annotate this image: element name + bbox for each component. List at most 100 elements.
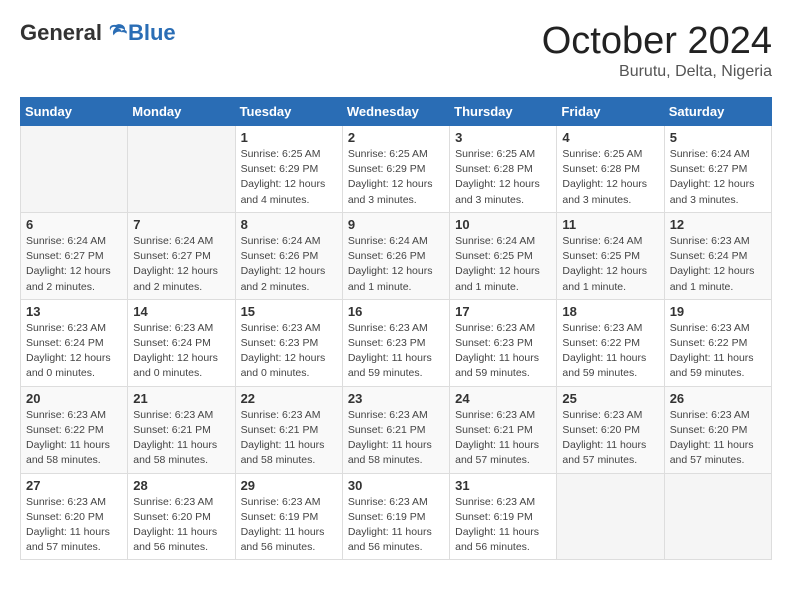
day-number: 8	[241, 217, 337, 232]
header-cell-wednesday: Wednesday	[342, 98, 449, 126]
header-cell-thursday: Thursday	[450, 98, 557, 126]
calendar-cell: 16 Sunrise: 6:23 AM Sunset: 6:23 PM Dayli…	[342, 299, 449, 386]
day-number: 17	[455, 304, 551, 319]
calendar-cell: 19Sunrise: 6:23 AM Sunset: 6:22 PM Dayli…	[664, 299, 771, 386]
location-subtitle: Burutu, Delta, Nigeria	[542, 63, 772, 81]
calendar-cell	[21, 126, 128, 213]
logo-blue-text: Blue	[128, 20, 176, 46]
day-info: Sunrise: 6:23 AM Sunset: 6:20 PM Dayligh…	[133, 495, 229, 556]
day-info: Sunrise: 6:25 AM Sunset: 6:28 PM Dayligh…	[455, 147, 551, 208]
day-info: Sunrise: 6:23 AM Sunset: 6:20 PM Dayligh…	[670, 408, 766, 469]
day-info: Sunrise: 6:23 AM Sunset: 6:22 PM Dayligh…	[26, 408, 122, 469]
calendar-cell: 27 Sunrise: 6:23 AM Sunset: 6:20 PM Dayli…	[21, 473, 128, 560]
calendar-cell: 18 Sunrise: 6:23 AM Sunset: 6:22 PM Dayli…	[557, 299, 664, 386]
calendar-cell: 28 Sunrise: 6:23 AM Sunset: 6:20 PM Dayli…	[128, 473, 235, 560]
day-info: Sunrise: 6:23 AM Sunset: 6:21 PM Dayligh…	[348, 408, 444, 469]
calendar-table: SundayMondayTuesdayWednesdayThursdayFrid…	[20, 97, 772, 560]
calendar-cell: 8Sunrise: 6:24 AM Sunset: 6:26 PM Daylig…	[235, 212, 342, 299]
day-info: Sunrise: 6:25 AM Sunset: 6:28 PM Dayligh…	[562, 147, 658, 208]
calendar-cell: 26Sunrise: 6:23 AM Sunset: 6:20 PM Dayli…	[664, 386, 771, 473]
day-info: Sunrise: 6:23 AM Sunset: 6:24 PM Dayligh…	[133, 321, 229, 382]
calendar-header: SundayMondayTuesdayWednesdayThursdayFrid…	[21, 98, 772, 126]
day-number: 23	[348, 391, 444, 406]
day-info: Sunrise: 6:23 AM Sunset: 6:19 PM Dayligh…	[348, 495, 444, 556]
header-cell-friday: Friday	[557, 98, 664, 126]
day-number: 13	[26, 304, 122, 319]
day-number: 20	[26, 391, 122, 406]
calendar-cell: 12 Sunrise: 6:23 AM Sunset: 6:24 PM Dayli…	[664, 212, 771, 299]
day-info: Sunrise: 6:23 AM Sunset: 6:23 PM Dayligh…	[455, 321, 551, 382]
day-number: 18	[562, 304, 658, 319]
day-number: 9	[348, 217, 444, 232]
header-cell-monday: Monday	[128, 98, 235, 126]
day-info: Sunrise: 6:23 AM Sunset: 6:22 PM Dayligh…	[562, 321, 658, 382]
day-number: 22	[241, 391, 337, 406]
week-row-4: 20 Sunrise: 6:23 AM Sunset: 6:22 PM Dayli…	[21, 386, 772, 473]
calendar-cell: 5 Sunrise: 6:24 AM Sunset: 6:27 PM Daylig…	[664, 126, 771, 213]
day-number: 29	[241, 478, 337, 493]
calendar-cell: 24Sunrise: 6:23 AM Sunset: 6:21 PM Dayli…	[450, 386, 557, 473]
day-info: Sunrise: 6:24 AM Sunset: 6:27 PM Dayligh…	[26, 234, 122, 295]
calendar-cell: 29Sunrise: 6:23 AM Sunset: 6:19 PM Dayli…	[235, 473, 342, 560]
day-info: Sunrise: 6:23 AM Sunset: 6:20 PM Dayligh…	[26, 495, 122, 556]
calendar-cell: 7 Sunrise: 6:24 AM Sunset: 6:27 PM Daylig…	[128, 212, 235, 299]
header-row: SundayMondayTuesdayWednesdayThursdayFrid…	[21, 98, 772, 126]
day-number: 4	[562, 130, 658, 145]
calendar-cell: 9Sunrise: 6:24 AM Sunset: 6:26 PM Daylig…	[342, 212, 449, 299]
day-number: 21	[133, 391, 229, 406]
day-info: Sunrise: 6:23 AM Sunset: 6:19 PM Dayligh…	[455, 495, 551, 556]
logo-general-text: General	[20, 20, 102, 46]
calendar-cell: 13 Sunrise: 6:23 AM Sunset: 6:24 PM Dayli…	[21, 299, 128, 386]
calendar-cell: 25 Sunrise: 6:23 AM Sunset: 6:20 PM Dayli…	[557, 386, 664, 473]
logo-bird-icon	[104, 21, 128, 45]
calendar-cell: 4 Sunrise: 6:25 AM Sunset: 6:28 PM Daylig…	[557, 126, 664, 213]
day-info: Sunrise: 6:25 AM Sunset: 6:29 PM Dayligh…	[241, 147, 337, 208]
calendar-cell	[128, 126, 235, 213]
day-info: Sunrise: 6:23 AM Sunset: 6:24 PM Dayligh…	[670, 234, 766, 295]
day-info: Sunrise: 6:23 AM Sunset: 6:22 PM Dayligh…	[670, 321, 766, 382]
calendar-body: 1Sunrise: 6:25 AM Sunset: 6:29 PM Daylig…	[21, 126, 772, 560]
page-header: General Blue October 2024 Burutu, Delta,…	[20, 20, 772, 81]
calendar-cell: 3 Sunrise: 6:25 AM Sunset: 6:28 PM Daylig…	[450, 126, 557, 213]
day-info: Sunrise: 6:23 AM Sunset: 6:24 PM Dayligh…	[26, 321, 122, 382]
day-number: 12	[670, 217, 766, 232]
day-number: 15	[241, 304, 337, 319]
logo: General Blue	[20, 20, 176, 46]
header-cell-sunday: Sunday	[21, 98, 128, 126]
calendar-cell: 17 Sunrise: 6:23 AM Sunset: 6:23 PM Dayli…	[450, 299, 557, 386]
calendar-cell: 10Sunrise: 6:24 AM Sunset: 6:25 PM Dayli…	[450, 212, 557, 299]
day-number: 24	[455, 391, 551, 406]
day-info: Sunrise: 6:23 AM Sunset: 6:20 PM Dayligh…	[562, 408, 658, 469]
day-number: 7	[133, 217, 229, 232]
calendar-cell: 23 Sunrise: 6:23 AM Sunset: 6:21 PM Dayli…	[342, 386, 449, 473]
day-info: Sunrise: 6:24 AM Sunset: 6:27 PM Dayligh…	[133, 234, 229, 295]
day-info: Sunrise: 6:23 AM Sunset: 6:23 PM Dayligh…	[241, 321, 337, 382]
day-info: Sunrise: 6:24 AM Sunset: 6:25 PM Dayligh…	[455, 234, 551, 295]
day-number: 5	[670, 130, 766, 145]
day-number: 27	[26, 478, 122, 493]
title-section: October 2024 Burutu, Delta, Nigeria	[542, 20, 772, 81]
day-number: 14	[133, 304, 229, 319]
calendar-cell	[664, 473, 771, 560]
day-info: Sunrise: 6:23 AM Sunset: 6:21 PM Dayligh…	[133, 408, 229, 469]
day-info: Sunrise: 6:24 AM Sunset: 6:27 PM Dayligh…	[670, 147, 766, 208]
day-number: 3	[455, 130, 551, 145]
day-number: 25	[562, 391, 658, 406]
calendar-cell: 30 Sunrise: 6:23 AM Sunset: 6:19 PM Dayli…	[342, 473, 449, 560]
calendar-cell: 15 Sunrise: 6:23 AM Sunset: 6:23 PM Dayli…	[235, 299, 342, 386]
week-row-5: 27 Sunrise: 6:23 AM Sunset: 6:20 PM Dayli…	[21, 473, 772, 560]
calendar-cell: 21 Sunrise: 6:23 AM Sunset: 6:21 PM Dayli…	[128, 386, 235, 473]
day-number: 16	[348, 304, 444, 319]
calendar-cell	[557, 473, 664, 560]
day-number: 2	[348, 130, 444, 145]
day-number: 28	[133, 478, 229, 493]
calendar-cell: 2Sunrise: 6:25 AM Sunset: 6:29 PM Daylig…	[342, 126, 449, 213]
day-number: 30	[348, 478, 444, 493]
week-row-3: 13 Sunrise: 6:23 AM Sunset: 6:24 PM Dayli…	[21, 299, 772, 386]
day-number: 11	[562, 217, 658, 232]
day-info: Sunrise: 6:23 AM Sunset: 6:21 PM Dayligh…	[241, 408, 337, 469]
day-info: Sunrise: 6:24 AM Sunset: 6:25 PM Dayligh…	[562, 234, 658, 295]
day-info: Sunrise: 6:23 AM Sunset: 6:23 PM Dayligh…	[348, 321, 444, 382]
week-row-2: 6Sunrise: 6:24 AM Sunset: 6:27 PM Daylig…	[21, 212, 772, 299]
calendar-cell: 14 Sunrise: 6:23 AM Sunset: 6:24 PM Dayli…	[128, 299, 235, 386]
